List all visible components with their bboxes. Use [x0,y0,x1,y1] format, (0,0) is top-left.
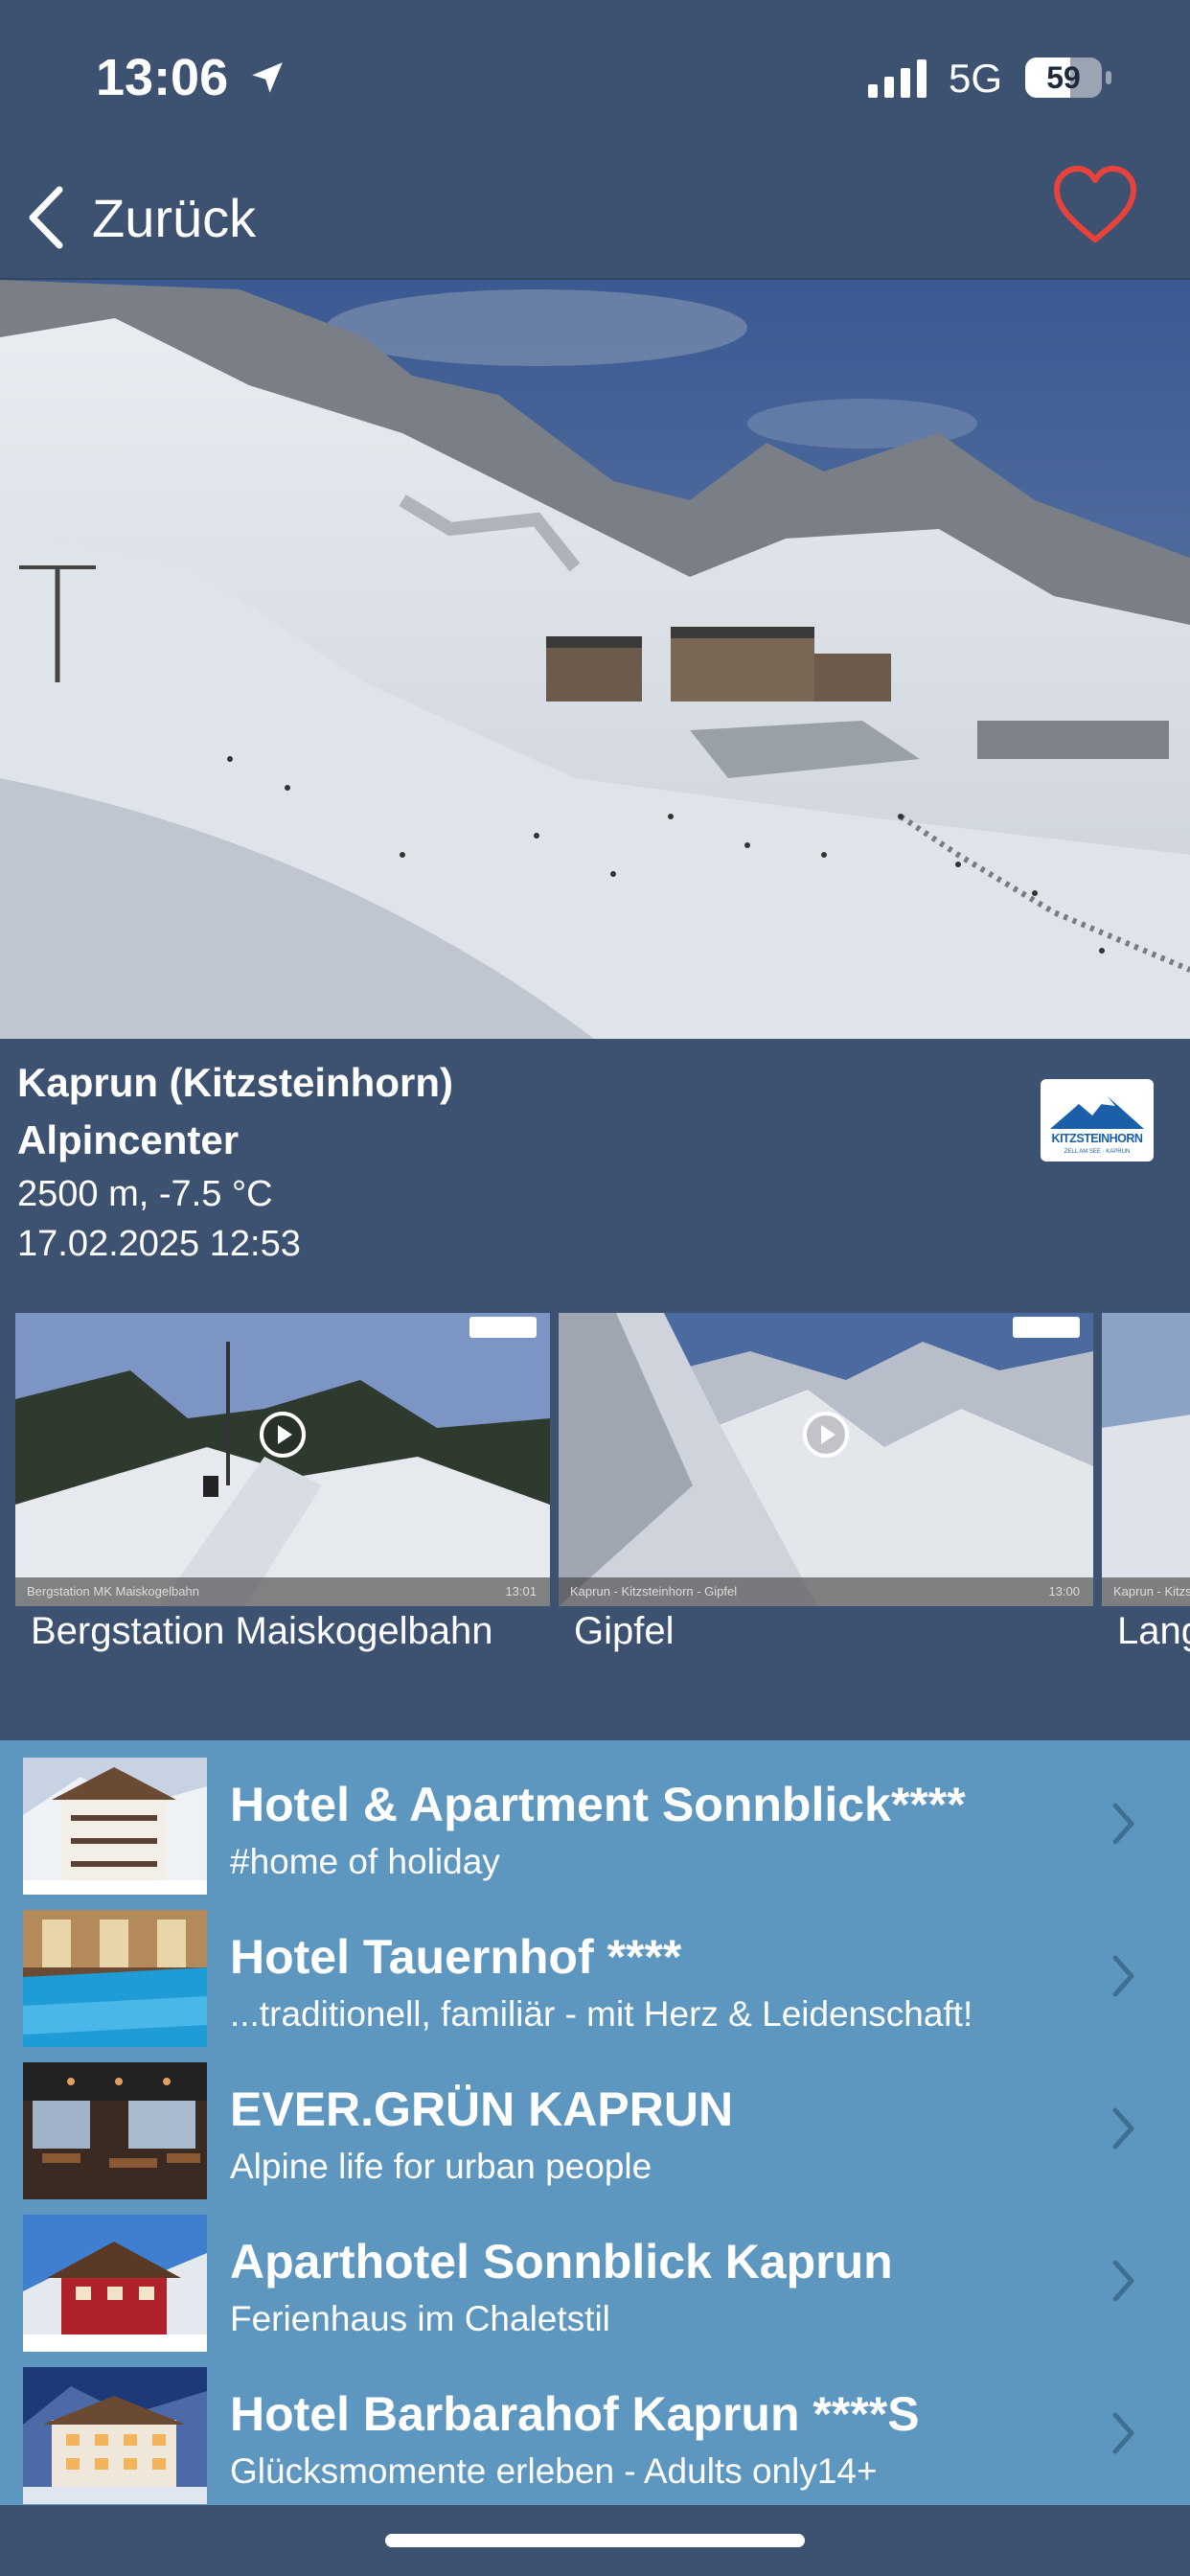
hotel-tagline: Alpine life for urban people [230,2147,652,2186]
hotel-tagline: ...traditionell, familiär - mit Herz & L… [230,1994,973,2034]
chevron-right-icon [1112,2412,1134,2454]
webcam-image[interactable] [0,280,1190,1039]
cam-caption-source: Kaprun - Kitzsteinhorn - Gipfel [570,1584,738,1598]
cam-caption-time: 13:01 [505,1584,537,1598]
hotel-row-aparthotel-sonnblick[interactable]: Aparthotel Sonnblick Kaprun Ferienhaus i… [0,2205,1190,2358]
webcam-title: Kaprun (Kitzsteinhorn) [17,1060,453,1105]
hotel-name: Aparthotel Sonnblick Kaprun [230,2235,893,2288]
webcam-label-maiskogelbahn[interactable]: Bergstation Maiskogelbahn [31,1610,493,1653]
webcam-timestamp: 17.02.2025 12:53 [17,1224,301,1264]
webcam-thumb-lang[interactable]: Kaprun - Kitzst [1102,1313,1190,1606]
network-type: 5G [949,56,1003,101]
webcam-thumb-gipfel[interactable]: Kaprun - Kitzsteinhorn - Gipfel 13:00 [559,1313,1093,1606]
chevron-right-icon [1112,2260,1134,2302]
chevron-left-icon [29,186,63,249]
webcam-thumb-maiskogelbahn[interactable]: Bergstation MK Maiskogelbahn 13:01 [15,1313,550,1606]
location-arrow-icon [247,58,287,103]
hotel-name: Hotel Barbarahof Kaprun ****S [230,2387,920,2441]
chevron-right-icon [1112,1803,1134,1845]
back-label: Zurück [92,187,257,248]
navigation-bar: Zurück [0,153,1190,280]
svg-text:ZELL AM SEE · KAPRUN: ZELL AM SEE · KAPRUN [1064,1149,1130,1155]
play-icon [803,1412,849,1458]
status-time: 13:06 [96,49,229,106]
chevron-right-icon [1112,2107,1134,2150]
hotel-thumbnail [23,2367,207,2504]
battery-percent: 59 [1046,60,1081,95]
hotel-thumbnail [23,1910,207,2047]
hotel-name: Hotel & Apartment Sonnblick**** [230,1778,966,1831]
hotel-row-tauernhof[interactable]: Hotel Tauernhof **** ...traditionell, fa… [0,1900,1190,2053]
hotel-row-evergruen[interactable]: EVER.GRÜN KAPRUN Alpine life for urban p… [0,2053,1190,2205]
hotel-tagline: Ferienhaus im Chaletstil [230,2299,610,2338]
cam-caption-source: Kaprun - Kitzst [1113,1584,1190,1598]
webcam-label-gipfel[interactable]: Gipfel [574,1610,675,1653]
hotel-row-barbarahof[interactable]: Hotel Barbarahof Kaprun ****S Glücksmome… [0,2358,1190,2510]
hotel-name: Hotel Tauernhof **** [230,1930,682,1984]
status-bar: 13:06 5G 59 [0,0,1190,153]
heart-outline-icon [1054,166,1136,242]
hotel-list: Hotel & Apartment Sonnblick**** #home of… [0,1740,1190,2505]
kitzsteinhorn-logo[interactable]: KITZSTEINHORN ZELL AM SEE · KAPRUN [1041,1079,1154,1162]
chevron-right-icon [1112,1955,1134,1997]
svg-text:KITZSTEINHORN: KITZSTEINHORN [1052,1132,1143,1145]
cam-caption-source: Bergstation MK Maiskogelbahn [27,1584,199,1598]
hotel-name: EVER.GRÜN KAPRUN [230,2082,734,2136]
hotel-thumbnail [23,2062,207,2199]
webcam-carousel[interactable]: Bergstation MK Maiskogelbahn 13:01 Kaprun… [0,1313,1190,1658]
altitude-temperature: 2500 m, -7.5 °C [17,1174,273,1214]
back-button[interactable]: Zurück [25,174,256,261]
webcam-label-lang[interactable]: Lang [1117,1610,1190,1653]
hotel-thumbnail [23,1758,207,1895]
favorite-button[interactable] [1052,165,1138,250]
hotel-thumbnail [23,2215,207,2352]
home-indicator[interactable] [385,2534,805,2547]
battery-icon: 59 [1025,58,1111,100]
hotel-tagline: Glücksmomente erleben - Adults only14+ [230,2451,878,2491]
webcam-subtitle: Alpincenter [17,1117,240,1162]
hotel-row-sonnblick[interactable]: Hotel & Apartment Sonnblick**** #home of… [0,1748,1190,1900]
webcam-info: Kaprun (Kitzsteinhorn) Alpincenter 2500 … [17,1054,975,1269]
cam-caption-time: 13:00 [1048,1584,1080,1598]
hotel-tagline: #home of holiday [230,1842,500,1881]
cellular-signal-icon [868,58,929,103]
play-icon [260,1412,306,1458]
